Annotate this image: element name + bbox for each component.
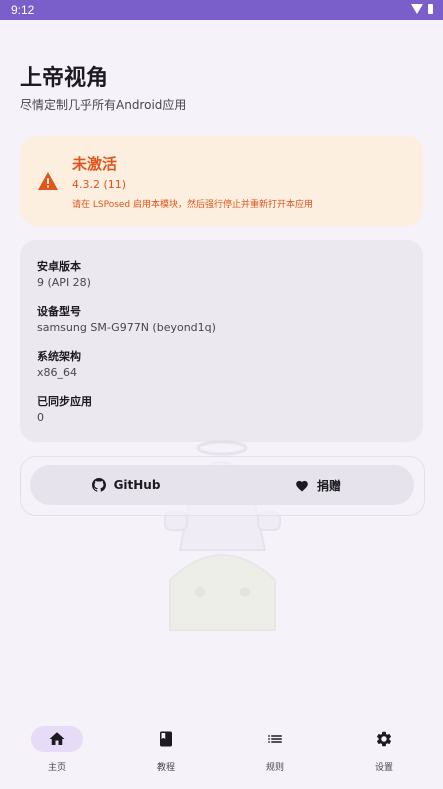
status-icons: [411, 4, 433, 14]
nav-item-home[interactable]: 主页: [27, 726, 97, 782]
nav-active-indicator: [31, 726, 83, 752]
home-icon: [49, 732, 65, 745]
nav-pill: [140, 726, 192, 752]
page-subtitle: 尽情定制几乎所有Android应用: [20, 98, 187, 112]
github-icon: [91, 478, 106, 492]
nav-item-tutorial[interactable]: 教程: [136, 726, 206, 782]
nav-item-rules[interactable]: 规则: [245, 726, 315, 782]
device-model-value: samsung SM-G977N (beyond1q): [37, 321, 216, 334]
nav-item-label: 设置: [374, 763, 393, 773]
book-icon: [160, 731, 172, 747]
architecture-label: 系统架构: [37, 350, 81, 363]
donate-button-label: 捐赠: [316, 478, 341, 493]
device-info-card: 安卓版本 9 (API 28) 设备型号 samsung SM-G977N (b…: [20, 240, 423, 442]
android-version-label: 安卓版本: [37, 260, 81, 273]
nav-item-label: 教程: [156, 763, 175, 773]
warning-icon: [38, 172, 58, 190]
architecture-value: x86_64: [37, 366, 78, 379]
nav-pill: [249, 726, 301, 752]
github-button[interactable]: GitHub: [30, 465, 222, 505]
github-button-label: GitHub: [113, 478, 161, 492]
wifi-icon: [411, 4, 423, 14]
nav-pill: [358, 726, 410, 752]
activation-status-title: 未激活: [72, 155, 118, 173]
nav-item-label: 规则: [265, 763, 284, 773]
gear-icon: [376, 731, 392, 747]
status-time: 9:12: [11, 3, 35, 17]
nav-item-settings[interactable]: 设置: [354, 726, 424, 782]
page-title: 上帝视角: [20, 66, 109, 91]
actions-card: GitHub 捐赠: [20, 456, 425, 516]
activation-hint: 请在 LSPosed 启用本模块，然后强行停止并重新打开本应用: [72, 200, 314, 210]
heart-icon: [296, 480, 308, 492]
status-bar: 9:12: [0, 0, 443, 20]
synced-apps-label: 已同步应用: [37, 395, 92, 408]
donate-button[interactable]: 捐赠: [222, 465, 414, 505]
bottom-navigation: 主页 教程 规则 设置: [0, 718, 443, 789]
activation-status-card[interactable]: 未激活 4.3.2 (11) 请在 LSPosed 启用本模块，然后强行停止并重…: [20, 136, 423, 226]
list-icon: [268, 735, 282, 743]
nav-item-label: 主页: [47, 763, 66, 773]
synced-apps-value: 0: [37, 411, 44, 424]
actions-button-group: GitHub 捐赠: [30, 465, 414, 505]
module-version: 4.3.2 (11): [72, 178, 127, 191]
device-model-label: 设备型号: [37, 305, 81, 318]
android-version-value: 9 (API 28): [37, 276, 91, 289]
battery-icon: [428, 4, 433, 14]
